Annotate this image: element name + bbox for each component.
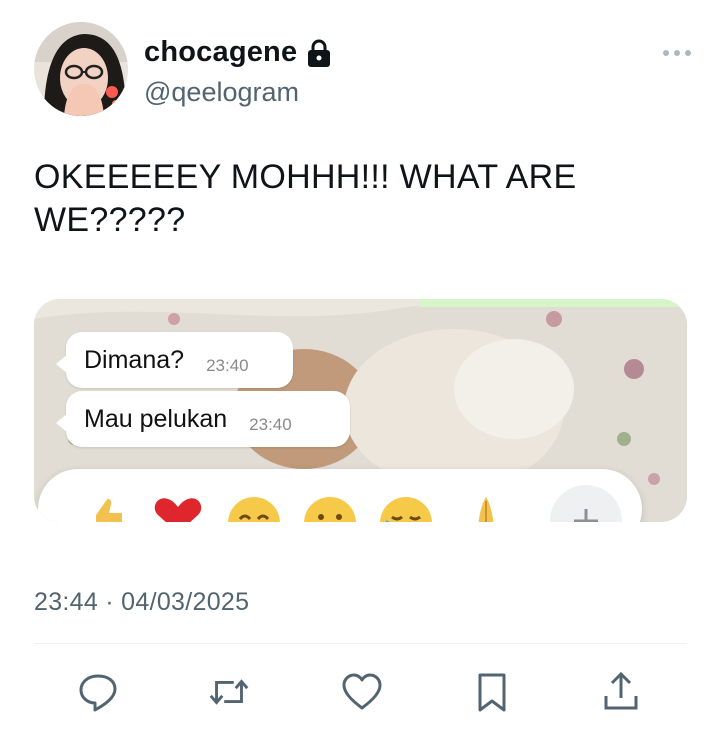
action-bar (0, 668, 720, 718)
heart-icon (148, 493, 208, 522)
reply-button[interactable] (74, 668, 122, 716)
tweet-media[interactable]: Dimana? 23:40 Mau pelukan 23:40 (34, 299, 687, 522)
author-names: chocagene @qeelogram (144, 36, 333, 108)
reaction-bar (38, 469, 642, 522)
share-button[interactable] (597, 668, 645, 716)
like-icon (342, 673, 382, 710)
chat-time: 23:40 (206, 356, 249, 375)
chat-time: 23:40 (249, 415, 292, 434)
joy-icon (224, 493, 284, 522)
tweet-text: OKEEEEEY MOHHH!!! WHAT ARE WE????? (34, 158, 577, 239)
like-button[interactable] (338, 668, 386, 716)
chat-message: Mau pelukan (84, 405, 228, 433)
chat-bubble: Dimana? 23:40 (56, 332, 293, 388)
avatar-photo (34, 22, 128, 116)
thumbs-up-icon (82, 493, 142, 522)
tweet-header: chocagene @qeelogram (34, 22, 694, 122)
handle[interactable]: @qeelogram (144, 77, 333, 108)
open-mouth-icon (300, 493, 360, 522)
lock-icon (305, 38, 333, 68)
retweet-icon (209, 679, 249, 705)
chat-bubble: Mau pelukan 23:40 (56, 391, 350, 447)
more-options-icon[interactable] (660, 46, 694, 58)
folded-hands-icon (456, 493, 516, 522)
divider (34, 643, 687, 644)
bookmark-icon (478, 673, 506, 712)
chat-message: Dimana? (84, 346, 185, 374)
bookmark-button[interactable] (468, 668, 516, 716)
share-icon (604, 671, 638, 710)
avatar[interactable] (34, 22, 128, 116)
add-reaction-icon[interactable] (548, 483, 624, 522)
display-name[interactable]: chocagene (144, 36, 297, 69)
tweet-timestamp[interactable]: 23:44 · 04/03/2025 (34, 588, 249, 617)
reply-icon (79, 674, 117, 712)
crying-icon (376, 493, 436, 522)
retweet-button[interactable] (205, 668, 253, 716)
